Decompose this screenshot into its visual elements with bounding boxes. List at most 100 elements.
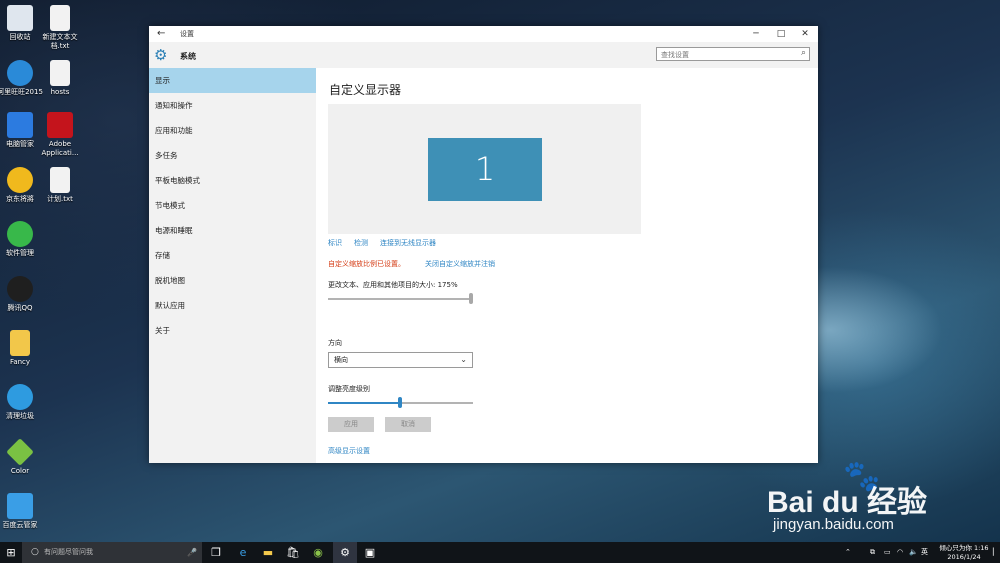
network-icon[interactable]: ⧉	[870, 542, 875, 563]
brightness-slider-thumb[interactable]	[398, 397, 402, 408]
cancel-button[interactable]: 取消	[385, 417, 431, 432]
desktop-icon-label: 软件管理	[6, 249, 34, 257]
gear-icon: ⚙	[154, 46, 168, 64]
desktop-icon-plan-txt[interactable]: 计划.txt	[36, 167, 84, 204]
microphone-icon[interactable]: 🎤	[187, 542, 197, 563]
start-button[interactable]: ⊞	[0, 542, 22, 563]
baidu-jingyan-watermark: 🐾 Bai du 经验 jingyan.baidu.com	[767, 459, 997, 539]
adobe-icon	[47, 112, 73, 138]
taskbar-search-placeholder: 有问题尽管问我	[44, 548, 93, 556]
sidebar-item-battery-saver[interactable]: 节电模式	[149, 193, 316, 218]
desktop-icon-color[interactable]: Color	[0, 438, 44, 476]
search-box[interactable]: ⌕	[656, 47, 810, 61]
sidebar-item-default-apps[interactable]: 默认应用	[149, 293, 316, 318]
edge-browser-icon[interactable]: e	[231, 542, 255, 563]
search-input[interactable]	[657, 49, 791, 60]
desktop-icon-qq[interactable]: 腾讯QQ	[0, 276, 44, 313]
desktop-icon-baidu-cloud[interactable]: 百度云管家	[0, 493, 44, 530]
sidebar-item-tablet-mode[interactable]: 平板电脑模式	[149, 168, 316, 193]
clock[interactable]: 倾心只为你 1:16 2016/1/24	[939, 544, 989, 562]
taskbar-search-box[interactable]: ○ 有问题尽管问我 🎤	[22, 542, 202, 563]
clock-date: 2016/1/24	[947, 553, 981, 561]
jd-icon	[7, 167, 33, 193]
desktop-icon-fancy[interactable]: Fancy	[0, 330, 44, 367]
watermark-url: jingyan.baidu.com	[773, 516, 894, 533]
apply-button[interactable]: 应用	[328, 417, 374, 432]
desktop-icon-label: 计划.txt	[47, 195, 73, 203]
file-icon	[50, 60, 70, 86]
file-explorer-icon[interactable]: ▬	[256, 542, 280, 563]
sidebar-item-offline-maps[interactable]: 脱机地图	[149, 268, 316, 293]
color-icon	[6, 438, 34, 466]
window-title: 设置	[180, 30, 194, 38]
watermark-brand: Bai du 经验	[767, 486, 928, 519]
desktop-icon-label: 京东将將	[6, 195, 34, 203]
cortana-icon: ○	[31, 547, 39, 557]
browser-app-icon[interactable]: ◉	[306, 542, 330, 563]
sidebar-item-notifications[interactable]: 通知和操作	[149, 93, 316, 118]
search-icon[interactable]: ⌕	[801, 48, 806, 58]
detect-link[interactable]: 检测	[354, 238, 368, 248]
orientation-dropdown[interactable]: 横向 ⌄	[328, 352, 473, 368]
desktop-icon-hosts[interactable]: hosts	[36, 60, 84, 97]
desktop-icon-new-text-file[interactable]: 新建文本文档.txt	[36, 5, 84, 51]
wifi-icon[interactable]: ◠	[897, 542, 903, 563]
aliwangwang-icon	[7, 60, 33, 86]
desktop-icon-software-manager[interactable]: 软件管理	[0, 221, 44, 258]
desktop-icon-label: 电脑管家	[6, 140, 34, 148]
clock-time: 倾心只为你 1:16	[939, 544, 989, 552]
baidu-cloud-icon	[7, 493, 33, 519]
shield-icon	[7, 112, 33, 138]
desktop-icon-label: 清理垃圾	[6, 412, 34, 420]
sidebar-item-multitasking[interactable]: 多任务	[149, 143, 316, 168]
desktop-icon-adobe[interactable]: Adobe Applicati...	[36, 112, 84, 158]
maximize-button[interactable]: □	[770, 27, 792, 41]
notification-icon[interactable]: ▏	[993, 542, 998, 563]
scale-label: 更改文本、应用和其他项目的大小: 175%	[328, 281, 458, 289]
app-icon[interactable]: ▣	[358, 542, 382, 563]
sidebar-item-about[interactable]: 关于	[149, 318, 316, 343]
settings-window: ← 设置 ─ □ ✕ ⚙ 系统 ⌕ 显示 通知和操作 应用和功能 多任务 平板电…	[149, 26, 818, 463]
volume-icon[interactable]: 🔈	[909, 542, 918, 563]
turn-off-custom-scaling-link[interactable]: 关闭自定义缩放并注销	[425, 259, 495, 269]
qq-penguin-icon	[7, 276, 33, 302]
input-method-indicator[interactable]: 英	[921, 542, 928, 563]
connect-wireless-display-link[interactable]: 连接到无线显示器	[380, 238, 436, 248]
custom-scale-warning: 自定义缩放比例已设置。	[328, 260, 405, 268]
scale-slider-track	[328, 298, 473, 300]
desktop-icon-label: Adobe Applicati...	[41, 140, 79, 157]
desktop-icon-cleanup[interactable]: 清理垃圾	[0, 384, 44, 421]
sidebar-item-apps-features[interactable]: 应用和功能	[149, 118, 316, 143]
task-view-icon[interactable]: ❐	[204, 542, 228, 563]
monitor-tile[interactable]: 1	[428, 138, 542, 201]
taskbar: ⊞ ○ 有问题尽管问我 🎤 ❐ e ▬ 🛍 ◉ ⚙ ▣ ⌃ ⧉ ▭ ◠ 🔈 英 …	[0, 542, 1000, 563]
minimize-button[interactable]: ─	[745, 27, 767, 41]
sidebar-item-power-sleep[interactable]: 电源和睡眠	[149, 218, 316, 243]
sidebar: 显示 通知和操作 应用和功能 多任务 平板电脑模式 节电模式 电源和睡眠 存储 …	[149, 68, 316, 463]
identify-link[interactable]: 标识	[328, 238, 342, 248]
orientation-value: 横向	[334, 356, 348, 364]
sidebar-item-storage[interactable]: 存储	[149, 243, 316, 268]
sidebar-item-display[interactable]: 显示	[149, 68, 316, 93]
settings-app-icon[interactable]: ⚙	[333, 542, 357, 563]
windows-logo-icon: ⊞	[6, 546, 16, 559]
desktop-icon-label: Fancy	[9, 358, 31, 366]
action-center-icon[interactable]: ▭	[884, 542, 891, 563]
back-arrow-icon[interactable]: ←	[157, 28, 165, 39]
display-preview-area: 1	[328, 104, 641, 234]
scale-slider-thumb[interactable]	[469, 293, 473, 304]
display-settings-panel: 自定义显示器 1 标识 检测 连接到无线显示器 自定义缩放比例已设置。 关闭自定…	[316, 68, 818, 463]
page-title: 自定义显示器	[329, 83, 402, 97]
close-button[interactable]: ✕	[794, 27, 816, 41]
brightness-slider-fill	[328, 402, 400, 404]
folder-icon	[10, 330, 30, 356]
brightness-label: 调整亮度级别	[328, 385, 370, 393]
chevron-up-icon[interactable]: ⌃	[845, 542, 851, 563]
advanced-display-settings-link[interactable]: 高级显示设置	[328, 446, 370, 456]
broom-icon	[7, 384, 33, 410]
desktop-icon-label: 腾讯QQ	[7, 304, 33, 312]
store-icon[interactable]: 🛍	[281, 542, 305, 563]
title-bar: ← 设置 ─ □ ✕	[149, 26, 818, 42]
software-manager-icon	[7, 221, 33, 247]
desktop-icon-label: hosts	[50, 88, 70, 96]
